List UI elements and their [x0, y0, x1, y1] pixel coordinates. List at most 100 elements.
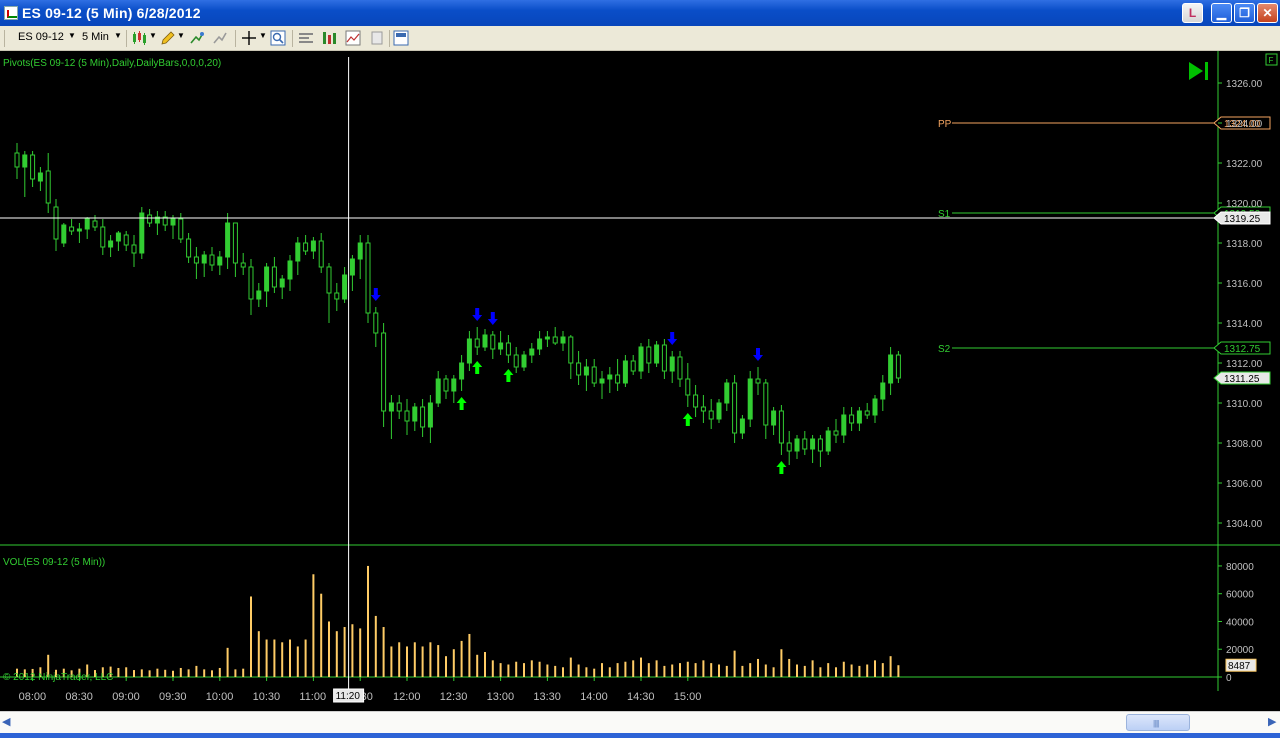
volume-bar: [679, 663, 681, 677]
candle[interactable]: [61, 223, 67, 247]
volume-bar: [569, 657, 572, 677]
volume-bar: [359, 628, 362, 677]
maximize-button[interactable]: ❐: [1234, 3, 1255, 23]
candle[interactable]: [365, 235, 371, 323]
properties-icon[interactable]: [298, 30, 314, 46]
candle-body: [186, 238, 192, 258]
volume-bar: [655, 660, 658, 677]
candle-body: [131, 244, 137, 254]
volume-bar: [491, 660, 494, 677]
price-chart[interactable]: PP1324.00S11319.50S21312.75 1326.001324.…: [0, 51, 1280, 710]
templates-icon[interactable]: [369, 30, 385, 46]
scroll-right-icon[interactable]: ▶: [1268, 715, 1276, 728]
candle-body: [661, 344, 667, 372]
panel-icon[interactable]: [393, 30, 409, 46]
chevron-down-icon[interactable]: ▼: [177, 31, 185, 40]
chart-background: [0, 51, 1280, 710]
time-axis-label: 15:00: [674, 691, 702, 703]
corner-flag[interactable]: F: [1265, 53, 1278, 66]
strategies-icon[interactable]: [212, 30, 228, 46]
volume-bar: [640, 657, 642, 677]
last-price-label: 1311.25: [1224, 374, 1260, 385]
candle-body: [529, 348, 535, 356]
candle-body: [591, 366, 597, 384]
horizontal-scrollbar[interactable]: ◀ ||||| ▶: [0, 711, 1280, 733]
candle[interactable]: [139, 207, 145, 259]
volume-bar: [663, 665, 666, 677]
time-axis-label: 11:00: [299, 691, 326, 703]
candle-body: [357, 242, 363, 260]
candle-body: [482, 334, 488, 348]
chart-icon[interactable]: [345, 30, 361, 46]
candle[interactable]: [716, 399, 722, 423]
candle-body: [872, 398, 878, 416]
candle-body: [365, 242, 371, 314]
candle-body: [607, 374, 613, 380]
candle[interactable]: [747, 371, 753, 427]
candle-body: [404, 410, 410, 422]
candle-body: [225, 222, 231, 258]
chart-area[interactable]: PP1324.00S11319.50S21312.75 1326.001324.…: [0, 51, 1280, 710]
interval-selector[interactable]: 5 Min ▼: [76, 29, 124, 48]
candle-body: [318, 240, 324, 268]
candle-body: [622, 360, 628, 384]
candle-body: [76, 228, 82, 232]
zoom-icon[interactable]: [270, 30, 286, 46]
crosshair-icon[interactable]: [241, 30, 257, 46]
time-axis-label: 14:30: [627, 691, 655, 703]
volume-bar: [749, 663, 752, 677]
indicators-icon[interactable]: [189, 30, 205, 46]
chevron-down-icon[interactable]: ▼: [259, 31, 267, 40]
chevron-down-icon: ▼: [114, 31, 122, 40]
candle[interactable]: [654, 341, 660, 367]
grip-icon: |||||: [1153, 719, 1159, 728]
volume-bar: [803, 665, 806, 677]
candle-body: [412, 406, 418, 422]
price-axis-label: 1310.00: [1226, 399, 1263, 410]
minimize-button[interactable]: ▁: [1211, 3, 1232, 23]
candle-body: [443, 378, 449, 392]
volume-bar: [764, 664, 767, 677]
candle[interactable]: [381, 323, 387, 427]
candle-body: [170, 218, 176, 226]
candle[interactable]: [732, 375, 738, 443]
data-box-icon[interactable]: [322, 30, 338, 46]
link-button[interactable]: L: [1182, 3, 1203, 23]
time-axis-label: 09:00: [112, 691, 140, 703]
candle-body: [630, 360, 636, 372]
price-axis-label: 1326.00: [1226, 79, 1263, 90]
volume-bar: [741, 665, 744, 677]
toolbar-separator: [235, 30, 236, 47]
candle-body: [513, 354, 519, 368]
candle-body: [560, 336, 566, 344]
instrument-selector[interactable]: ES 09-12 ▼: [12, 29, 76, 48]
volume-bar: [140, 669, 143, 677]
scrollbar-thumb[interactable]: |||||: [1126, 714, 1190, 731]
candle-body: [498, 342, 504, 350]
scroll-left-icon[interactable]: ◀: [2, 715, 10, 728]
close-button[interactable]: ✕: [1257, 3, 1278, 23]
volume-bar: [858, 665, 861, 677]
candle[interactable]: [825, 427, 831, 455]
candle-body: [256, 290, 262, 300]
volume-bar: [429, 642, 432, 677]
chart-toolbar: ES 09-12 ▼ 5 Min ▼ ▼ ▼ ▼: [0, 26, 1280, 51]
volume-bar: [616, 663, 619, 677]
volume-axis-label: 40000: [1226, 617, 1254, 628]
volume-bar: [811, 660, 814, 677]
volume-axis-label: 80000: [1226, 562, 1254, 573]
candle[interactable]: [895, 351, 901, 383]
candle-body: [739, 418, 745, 434]
volume-bar: [156, 668, 159, 677]
volume-bar: [187, 669, 190, 677]
volume-bar: [897, 665, 900, 677]
price-axis-label: 1316.00: [1226, 279, 1263, 290]
volume-bar: [211, 670, 213, 677]
volume-bar: [296, 646, 299, 677]
crosshair-time-tag: 11:20: [333, 688, 365, 703]
pencil-icon[interactable]: [160, 30, 176, 46]
volume-bar: [725, 665, 728, 677]
chevron-down-icon[interactable]: ▼: [149, 31, 157, 40]
candle-body: [420, 406, 426, 428]
candlestick-icon[interactable]: [132, 30, 148, 46]
